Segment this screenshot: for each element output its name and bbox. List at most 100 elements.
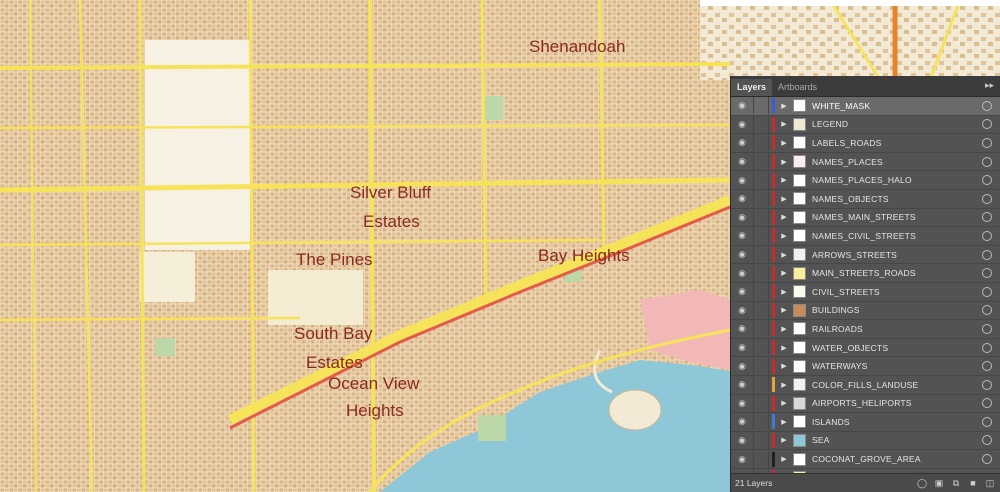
layer-row[interactable]: ◉ ▶ AIRPORTS_HELIPORTS — [731, 394, 1000, 414]
new-layer-icon[interactable]: ■ — [966, 478, 980, 488]
target-circle-icon[interactable] — [982, 379, 992, 390]
search-icon[interactable]: ◯ — [915, 478, 929, 489]
eye-icon[interactable]: ◉ — [731, 416, 753, 427]
expand-triangle-icon[interactable]: ▶ — [777, 176, 791, 184]
eye-icon[interactable]: ◉ — [731, 323, 753, 334]
layer-row[interactable]: ◉ ▶ MAIN_STREETS_ROADS — [731, 264, 1000, 283]
layer-name[interactable]: LEGEND — [812, 119, 982, 129]
target-circle-icon[interactable] — [982, 230, 992, 241]
lock-toggle[interactable] — [753, 413, 769, 431]
expand-triangle-icon[interactable]: ▶ — [777, 269, 791, 277]
layer-name[interactable]: WHITE_MASK — [812, 101, 982, 111]
eye-icon[interactable]: ◉ — [731, 435, 753, 446]
eye-icon[interactable]: ◉ — [731, 100, 753, 111]
layer-name[interactable]: NAMES_PLACES — [812, 157, 982, 167]
new-sublayer-icon[interactable]: ⧉ — [949, 478, 963, 489]
lock-toggle[interactable] — [753, 301, 769, 319]
eye-icon[interactable]: ◉ — [731, 305, 753, 316]
layer-row[interactable]: ◉ ▶ SEA — [731, 431, 1000, 451]
lock-toggle[interactable] — [753, 357, 769, 375]
expand-triangle-icon[interactable]: ▶ — [777, 306, 791, 314]
eye-icon[interactable]: ◉ — [731, 268, 753, 279]
layer-name[interactable]: RAILROADS — [812, 324, 982, 334]
layer-row[interactable]: ◉ ▶ WHITE_MASK — [731, 97, 1000, 116]
target-circle-icon[interactable] — [982, 286, 992, 297]
target-circle-icon[interactable] — [982, 193, 992, 204]
expand-triangle-icon[interactable]: ▶ — [777, 251, 791, 259]
eye-icon[interactable]: ◉ — [731, 379, 753, 390]
lock-toggle[interactable] — [753, 431, 769, 449]
layer-row[interactable]: ◉ ▶ WATER_OBJECTS — [731, 339, 1000, 358]
expand-triangle-icon[interactable]: ▶ — [777, 232, 791, 240]
expand-triangle-icon[interactable]: ▶ — [777, 120, 791, 128]
expand-triangle-icon[interactable]: ▶ — [777, 362, 791, 370]
lock-toggle[interactable] — [753, 394, 769, 412]
layer-name[interactable]: COCONAT_GROVE_AREA — [812, 454, 982, 464]
target-circle-icon[interactable] — [982, 175, 992, 186]
layer-row[interactable]: ◉ ▶ NAMES_CIVIL_STREETS — [731, 227, 1000, 246]
layer-row[interactable]: ◉ ▶ NAMES_PLACES — [731, 153, 1000, 172]
lock-toggle[interactable] — [753, 320, 769, 338]
lock-toggle[interactable] — [753, 376, 769, 394]
expand-triangle-icon[interactable]: ▶ — [777, 344, 791, 352]
layer-name[interactable]: WATERWAYS — [812, 361, 982, 371]
layer-name[interactable]: NAMES_CIVIL_STREETS — [812, 231, 982, 241]
lock-toggle[interactable] — [753, 97, 769, 115]
expand-triangle-icon[interactable]: ▶ — [777, 436, 791, 444]
expand-triangle-icon[interactable]: ▶ — [777, 325, 791, 333]
lock-toggle[interactable] — [753, 246, 769, 264]
eye-icon[interactable]: ◉ — [731, 361, 753, 372]
layer-name[interactable]: ISLANDS — [812, 417, 982, 427]
target-circle-icon[interactable] — [982, 137, 992, 148]
layer-row[interactable]: ◉ ▶ RAILROADS — [731, 320, 1000, 339]
layer-row[interactable]: ◉ ▶ WATERWAYS — [731, 357, 1000, 376]
eye-icon[interactable]: ◉ — [731, 286, 753, 297]
lock-toggle[interactable] — [753, 227, 769, 245]
expand-triangle-icon[interactable]: ▶ — [777, 195, 791, 203]
layer-name[interactable]: AIRPORTS_HELIPORTS — [812, 398, 982, 408]
eye-icon[interactable]: ◉ — [731, 398, 753, 409]
layers-panel[interactable]: Layers Artboards ▸▸ ◉ ▶ WHITE_MASK ◉ ▶ LEGEND… — [730, 76, 1000, 492]
layer-row[interactable]: ◉ ▶ NAMES_MAIN_STREETS — [731, 208, 1000, 228]
target-circle-icon[interactable] — [982, 305, 992, 316]
expand-triangle-icon[interactable]: ▶ — [777, 102, 791, 110]
layer-row[interactable]: ◉ ▶ CIVIL_STREETS — [731, 283, 1000, 302]
layer-name[interactable]: NAMES_PLACES_HALO — [812, 175, 982, 185]
target-circle-icon[interactable] — [982, 435, 992, 446]
expand-triangle-icon[interactable]: ▶ — [777, 381, 791, 389]
trash-icon[interactable]: ◫ — [983, 478, 997, 489]
expand-triangle-icon[interactable]: ▶ — [777, 139, 791, 147]
layer-name[interactable]: WATER_OBJECTS — [812, 343, 982, 353]
lock-toggle[interactable] — [753, 283, 769, 301]
target-circle-icon[interactable] — [982, 119, 992, 130]
target-circle-icon[interactable] — [982, 361, 992, 372]
tab-layers[interactable]: Layers — [731, 79, 773, 96]
target-circle-icon[interactable] — [982, 100, 992, 111]
eye-icon[interactable]: ◉ — [731, 156, 753, 167]
layer-name[interactable]: COLOR_FILLS_LANDUSE — [812, 380, 982, 390]
double-chevron-right-icon[interactable]: ▸▸ — [985, 80, 994, 91]
eye-icon[interactable]: ◉ — [731, 175, 753, 186]
expand-triangle-icon[interactable]: ▶ — [777, 418, 791, 426]
layer-name[interactable]: LABELS_ROADS — [812, 138, 982, 148]
target-circle-icon[interactable] — [982, 454, 992, 465]
target-circle-icon[interactable] — [982, 268, 992, 279]
layer-name[interactable]: NAMES_MAIN_STREETS — [812, 212, 982, 222]
layer-row[interactable]: ◉ ▶ COCONAT_GROVE_AREA — [731, 450, 1000, 469]
eye-icon[interactable]: ◉ — [731, 249, 753, 260]
eye-icon[interactable]: ◉ — [731, 193, 753, 204]
layer-name[interactable]: NAMES_OBJECTS — [812, 194, 982, 204]
layer-row[interactable]: ◉ ▶ COLOR_FILLS_LANDUSE — [731, 376, 1000, 395]
eye-icon[interactable]: ◉ — [731, 342, 753, 353]
layer-row[interactable]: ◉ ▶ ARROWS_STREETS — [731, 246, 1000, 265]
target-circle-icon[interactable] — [982, 416, 992, 427]
target-circle-icon[interactable] — [982, 342, 992, 353]
target-circle-icon[interactable] — [982, 212, 992, 223]
layer-row[interactable]: ◉ ▶ BUILDINGS — [731, 301, 1000, 321]
eye-icon[interactable]: ◉ — [731, 230, 753, 241]
expand-triangle-icon[interactable]: ▶ — [777, 158, 791, 166]
layer-name[interactable]: ARROWS_STREETS — [812, 250, 982, 260]
lock-toggle[interactable] — [753, 134, 769, 152]
expand-triangle-icon[interactable]: ▶ — [777, 213, 791, 221]
lock-toggle[interactable] — [753, 153, 769, 171]
